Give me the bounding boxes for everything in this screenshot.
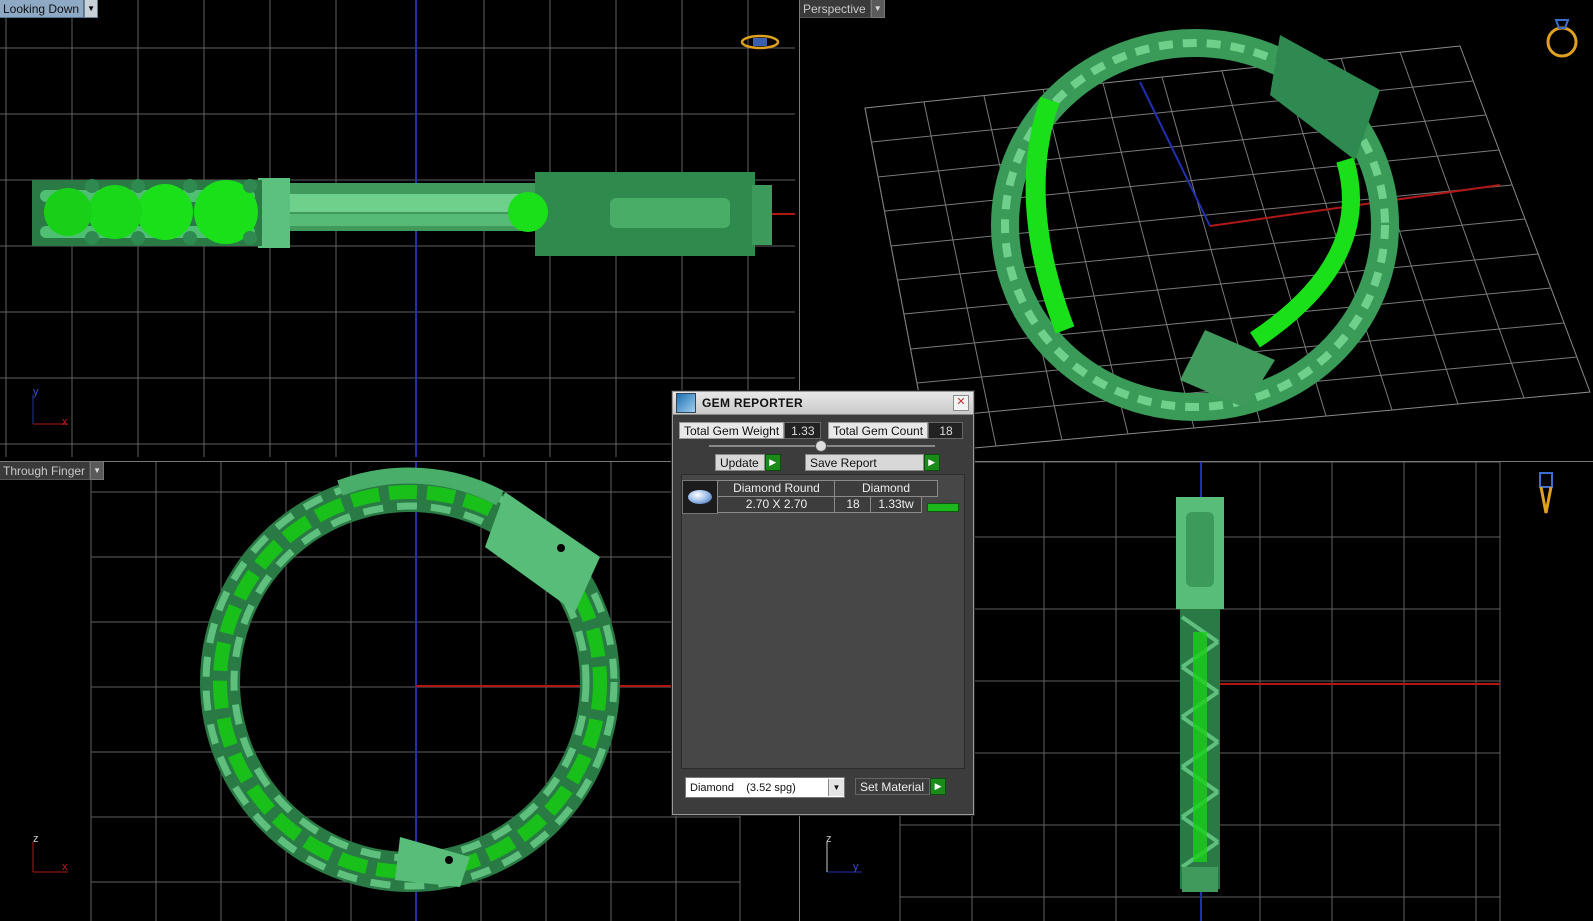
viewport-label-looking-down[interactable]: Looking Down ▼ (0, 0, 99, 18)
viewport-label-text: Looking Down (0, 0, 85, 18)
gem-size: 2.70 X 2.70 (717, 496, 836, 513)
total-gem-weight: Total Gem Weight 1.33 (679, 422, 821, 439)
gem-row[interactable]: Diamond Round Diamond 2.70 X 2.70 18 1.3… (682, 480, 959, 514)
ring-perspective-icon[interactable] (1540, 12, 1584, 60)
gem-shape: Diamond Round (717, 480, 836, 497)
total-gem-count-label: Total Gem Count (828, 422, 929, 439)
axis-label-y: y (33, 386, 39, 398)
total-gem-weight-value: 1.33 (784, 422, 821, 439)
save-report-button[interactable]: Save Report ▶ (805, 454, 940, 471)
gem-material: Diamond (834, 480, 938, 497)
gem-weight: 1.33tw (870, 496, 922, 513)
viewport-looking-down-canvas (0, 0, 795, 457)
axis-label-x: x (62, 416, 68, 428)
material-select-value: Diamond (3.52 spg) (690, 781, 796, 794)
update-button[interactable]: Update ▶ (715, 454, 781, 471)
gem-reporter-app-icon (676, 393, 696, 413)
gem-reporter-titlebar[interactable]: GEM REPORTER ✕ (673, 392, 973, 415)
play-arrow-icon[interactable]: ▶ (923, 454, 940, 471)
gem-reporter-title: GEM REPORTER (702, 396, 803, 410)
play-arrow-icon[interactable]: ▶ (930, 778, 947, 795)
chevron-down-icon[interactable]: ▼ (84, 0, 99, 18)
total-gem-weight-label: Total Gem Weight (679, 422, 785, 439)
close-icon[interactable]: ✕ (953, 395, 969, 411)
axis-label-z: z (826, 833, 832, 845)
gem-size-slider[interactable] (709, 440, 935, 452)
gem-color-swatch[interactable] (927, 503, 959, 512)
ring-side-icon[interactable] (1536, 467, 1556, 517)
total-gem-count-value: 18 (928, 422, 964, 439)
slider-handle[interactable] (815, 440, 827, 452)
viewport-label-text: Perspective (800, 0, 871, 18)
chevron-down-icon[interactable]: ▼ (870, 0, 885, 18)
viewport-looking-down[interactable]: Looking Down ▼ y x (0, 0, 795, 457)
total-gem-count: Total Gem Count 18 (828, 422, 964, 439)
update-button-label: Update (715, 454, 765, 471)
play-arrow-icon[interactable]: ▶ (764, 454, 781, 471)
round-diamond-icon (682, 480, 718, 514)
gem-count: 18 (834, 496, 872, 513)
set-material-button-label: Set Material (855, 778, 931, 795)
save-report-button-label: Save Report (805, 454, 924, 471)
gem-list[interactable]: Diamond Round Diamond 2.70 X 2.70 18 1.3… (681, 474, 965, 769)
ring-top-view-icon[interactable] (740, 32, 780, 52)
gem-reporter-dialog[interactable]: GEM REPORTER ✕ Total Gem Weight 1.33 Tot… (672, 391, 974, 815)
set-material-button[interactable]: Set Material ▶ (855, 778, 947, 795)
viewport-label-through-finger[interactable]: Through Finger ▼ (0, 462, 105, 480)
viewport-label-perspective[interactable]: Perspective ▼ (800, 0, 885, 18)
chevron-down-icon[interactable]: ▼ (90, 462, 105, 480)
axis-label-x: x (62, 861, 68, 873)
axis-label-z: z (33, 833, 39, 845)
axis-label-y: y (853, 861, 859, 873)
viewport-perspective-canvas (864, 29, 1591, 453)
viewport-perspective[interactable]: Perspective ▼ (799, 0, 1593, 457)
chevron-down-icon[interactable]: ▼ (828, 779, 844, 796)
viewport-label-text: Through Finger (0, 462, 91, 480)
material-select[interactable]: Diamond (3.52 spg) ▼ (685, 777, 845, 798)
